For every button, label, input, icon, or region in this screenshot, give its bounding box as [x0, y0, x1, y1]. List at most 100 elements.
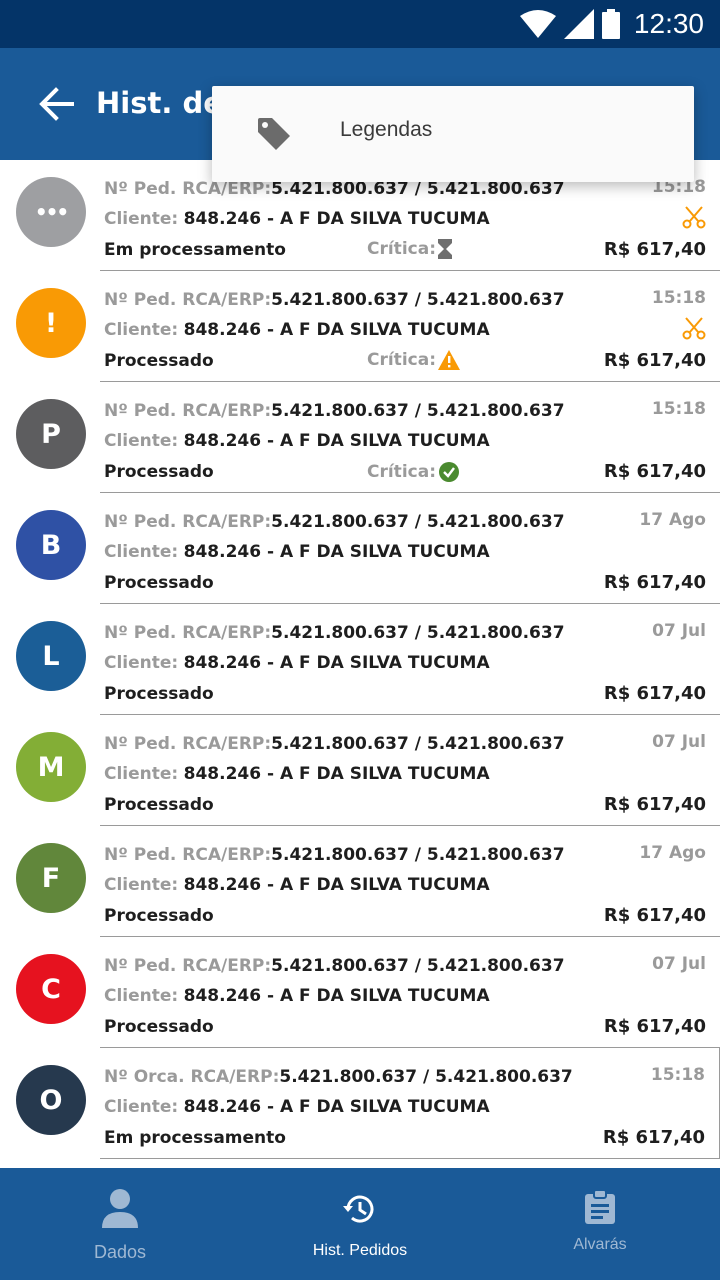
order-number-label: Nº Ped. RCA/ERP:: [104, 290, 272, 310]
order-row[interactable]: F Nº Ped. RCA/ERP:5.421.800.637 / 5.421.8…: [0, 826, 720, 937]
battery-icon: [602, 9, 620, 39]
critica-indicator: Crítica:: [367, 239, 452, 259]
scissors-icon: [682, 206, 706, 229]
order-row[interactable]: ! Nº Ped. RCA/ERP:5.421.800.637 / 5.421.8…: [0, 271, 720, 382]
order-status: Processado: [104, 1017, 214, 1037]
order-number-label: Nº Ped. RCA/ERP:: [104, 512, 272, 532]
order-time: 07 Jul: [652, 621, 706, 641]
critica-label: Crítica:: [367, 239, 436, 259]
client-label: Cliente:: [104, 209, 179, 229]
order-price: R$ 617,40: [603, 239, 706, 260]
client-label: Cliente:: [104, 764, 179, 784]
order-price: R$ 617,40: [603, 572, 706, 593]
order-number-label: Nº Ped. RCA/ERP:: [104, 734, 272, 754]
order-number-line: Nº Ped. RCA/ERP:5.421.800.637 / 5.421.80…: [104, 290, 565, 310]
order-content: Nº Ped. RCA/ERP:5.421.800.637 / 5.421.80…: [100, 715, 720, 826]
client-label: Cliente:: [104, 653, 179, 673]
order-content: Nº Ped. RCA/ERP:5.421.800.637 / 5.421.80…: [100, 604, 720, 715]
critica-label: Crítica:: [367, 350, 436, 370]
order-row[interactable]: B Nº Ped. RCA/ERP:5.421.800.637 / 5.421.8…: [0, 493, 720, 604]
order-number-line: Nº Ped. RCA/ERP:5.421.800.637 / 5.421.80…: [104, 956, 565, 976]
client-name: 848.246 - A F DA SILVA TUCUMA: [183, 875, 490, 895]
order-row[interactable]: O Nº Orca. RCA/ERP:5.421.800.637 / 5.421.…: [0, 1048, 720, 1159]
order-row[interactable]: C Nº Ped. RCA/ERP:5.421.800.637 / 5.421.8…: [0, 937, 720, 1048]
client-name: 848.246 - A F DA SILVA TUCUMA: [183, 764, 490, 784]
client-label: Cliente:: [104, 320, 179, 340]
warning-icon: [438, 350, 460, 370]
back-arrow-icon[interactable]: [36, 84, 76, 124]
nav-item-hist-pedidos[interactable]: Hist. Pedidos: [240, 1168, 480, 1280]
check-circle-icon: [439, 462, 459, 482]
order-status: Processado: [104, 351, 214, 371]
orders-list[interactable]: ••• Nº Ped. RCA/ERP:5.421.800.637 / 5.421…: [0, 160, 720, 1160]
order-number-label: Nº Ped. RCA/ERP:: [104, 845, 272, 865]
client-line: Cliente: 848.246 - A F DA SILVA TUCUMA: [104, 875, 490, 895]
client-line: Cliente: 848.246 - A F DA SILVA TUCUMA: [104, 986, 490, 1006]
client-line: Cliente: 848.246 - A F DA SILVA TUCUMA: [104, 320, 490, 340]
client-name: 848.246 - A F DA SILVA TUCUMA: [183, 320, 490, 340]
order-avatar: L: [16, 621, 86, 691]
order-number: 5.421.800.637 / 5.421.800.637: [271, 734, 565, 754]
order-time: 17 Ago: [639, 510, 706, 530]
nav-label-dados: Dados: [93, 1242, 147, 1262]
critica-indicator: Crítica:: [367, 350, 460, 370]
client-line: Cliente: 848.246 - A F DA SILVA TUCUMA: [104, 1097, 490, 1117]
order-price: R$ 617,40: [603, 683, 706, 704]
order-price: R$ 617,40: [603, 461, 706, 482]
order-number: 5.421.800.637 / 5.421.800.637: [271, 956, 565, 976]
page-title: Hist. de: [96, 86, 223, 120]
hourglass-icon: [438, 239, 452, 259]
person-icon: [102, 1189, 138, 1228]
client-name: 848.246 - A F DA SILVA TUCUMA: [183, 209, 490, 229]
order-status: Em processamento: [104, 240, 286, 260]
order-time: 07 Jul: [652, 954, 706, 974]
order-number-line: Nº Ped. RCA/ERP:5.421.800.637 / 5.421.80…: [104, 512, 565, 532]
client-label: Cliente:: [104, 431, 179, 451]
order-avatar: F: [16, 843, 86, 913]
order-price: R$ 617,40: [603, 794, 706, 815]
status-icons: [520, 8, 620, 40]
order-number-label: Nº Ped. RCA/ERP:: [104, 623, 272, 643]
order-time: 15:18: [650, 1065, 705, 1085]
client-label: Cliente:: [104, 875, 179, 895]
order-number-label: Nº Ped. RCA/ERP:: [104, 401, 272, 421]
order-number-line: Nº Ped. RCA/ERP:5.421.800.637 / 5.421.80…: [104, 401, 565, 421]
order-avatar: O: [16, 1065, 86, 1135]
menu-item-legendas[interactable]: Legendas: [212, 86, 694, 182]
critica-label: Crítica:: [367, 462, 436, 482]
history-icon: [343, 1195, 374, 1223]
order-price: R$ 617,40: [603, 905, 706, 926]
order-time: 15:18: [651, 399, 706, 419]
order-avatar: P: [16, 399, 86, 469]
client-line: Cliente: 848.246 - A F DA SILVA TUCUMA: [104, 653, 490, 673]
order-number-line: Nº Orca. RCA/ERP:5.421.800.637 / 5.421.8…: [104, 1067, 573, 1087]
order-avatar: !: [16, 288, 86, 358]
order-number: 5.421.800.637 / 5.421.800.637: [271, 512, 565, 532]
order-number-line: Nº Ped. RCA/ERP:5.421.800.637 / 5.421.80…: [104, 179, 565, 199]
client-line: Cliente: 848.246 - A F DA SILVA TUCUMA: [104, 764, 490, 784]
order-number-line: Nº Ped. RCA/ERP:5.421.800.637 / 5.421.80…: [104, 845, 565, 865]
order-status: Processado: [104, 795, 214, 815]
order-number: 5.421.800.637 / 5.421.800.637: [271, 290, 565, 310]
order-number-line: Nº Ped. RCA/ERP:5.421.800.637 / 5.421.80…: [104, 734, 565, 754]
critica-indicator: Crítica:: [367, 461, 460, 483]
nav-item-dados[interactable]: Dados: [0, 1168, 240, 1280]
order-status: Processado: [104, 573, 214, 593]
signal-icon: [564, 9, 594, 39]
order-row[interactable]: M Nº Ped. RCA/ERP:5.421.800.637 / 5.421.8…: [0, 715, 720, 826]
order-status: Processado: [104, 684, 214, 704]
order-number: 5.421.800.637 / 5.421.800.637: [279, 1067, 573, 1087]
nav-item-alvaras[interactable]: Alvarás: [480, 1168, 720, 1280]
order-row[interactable]: P Nº Ped. RCA/ERP:5.421.800.637 / 5.421.8…: [0, 382, 720, 493]
order-row[interactable]: L Nº Ped. RCA/ERP:5.421.800.637 / 5.421.8…: [0, 604, 720, 715]
order-price: R$ 617,40: [603, 1016, 706, 1037]
order-avatar: C: [16, 954, 86, 1024]
order-content: Nº Ped. RCA/ERP:5.421.800.637 / 5.421.80…: [100, 826, 720, 937]
order-status: Em processamento: [104, 1128, 286, 1148]
order-price: R$ 617,40: [602, 1127, 705, 1148]
client-label: Cliente:: [104, 1097, 179, 1117]
order-number: 5.421.800.637 / 5.421.800.637: [271, 623, 565, 643]
client-name: 848.246 - A F DA SILVA TUCUMA: [183, 1097, 490, 1117]
clipboard-icon: [585, 1190, 615, 1224]
order-content: Nº Ped. RCA/ERP:5.421.800.637 / 5.421.80…: [100, 382, 720, 493]
